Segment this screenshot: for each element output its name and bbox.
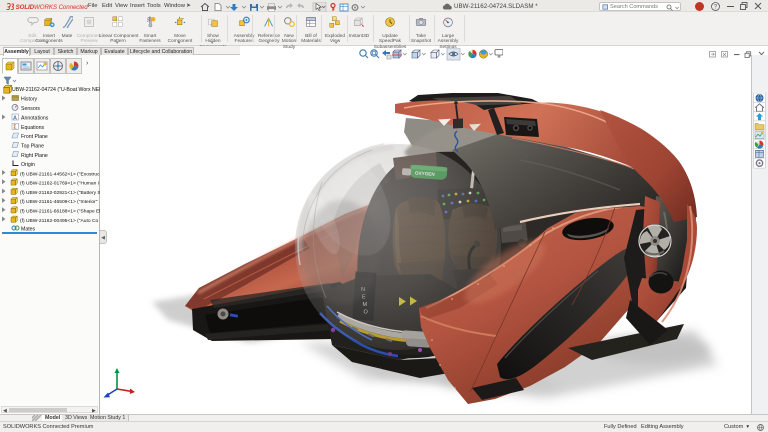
svg-text:(f) UBW-21161-66188<1> ("Shape: (f) UBW-21161-66188<1> ("Shape El	[20, 209, 100, 215]
svg-text:Origin: Origin	[21, 162, 35, 168]
svg-text:Annotations: Annotations	[21, 116, 49, 122]
svg-text:Top Plane: Top Plane	[21, 144, 44, 150]
svg-text:History: History	[21, 97, 38, 103]
svg-text:UBW-21162-04724 ("U-Boat Worx: UBW-21162-04724 ("U-Boat Worx NEMO	[12, 87, 100, 93]
svg-text:(f) UBW-21162-02921<1> ("Batte: (f) UBW-21162-02921<1> ("Battery S	[20, 190, 100, 196]
svg-text:(f) UBW-21162-00495<1> ("Auto: (f) UBW-21162-00495<1> ("Auto Co	[20, 218, 98, 224]
svg-text:(f) UBW-21161-46509<1> ("Inter: (f) UBW-21161-46509<1> ("Interior"	[20, 199, 98, 205]
svg-text:(f) UBW-21162-01769<1> ("Human: (f) UBW-21162-01769<1> ("Human I	[20, 181, 99, 187]
svg-text:Sensors: Sensors	[21, 106, 40, 112]
svg-text:Front Plane: Front Plane	[21, 134, 48, 140]
svg-text:A: A	[13, 115, 17, 121]
svg-text:Right Plane: Right Plane	[21, 153, 48, 159]
svg-text:(f) UBW-21161-44562<1> ("Exost: (f) UBW-21161-44562<1> ("Exostruc	[20, 171, 100, 177]
svg-text:Equations: Equations	[21, 125, 44, 131]
